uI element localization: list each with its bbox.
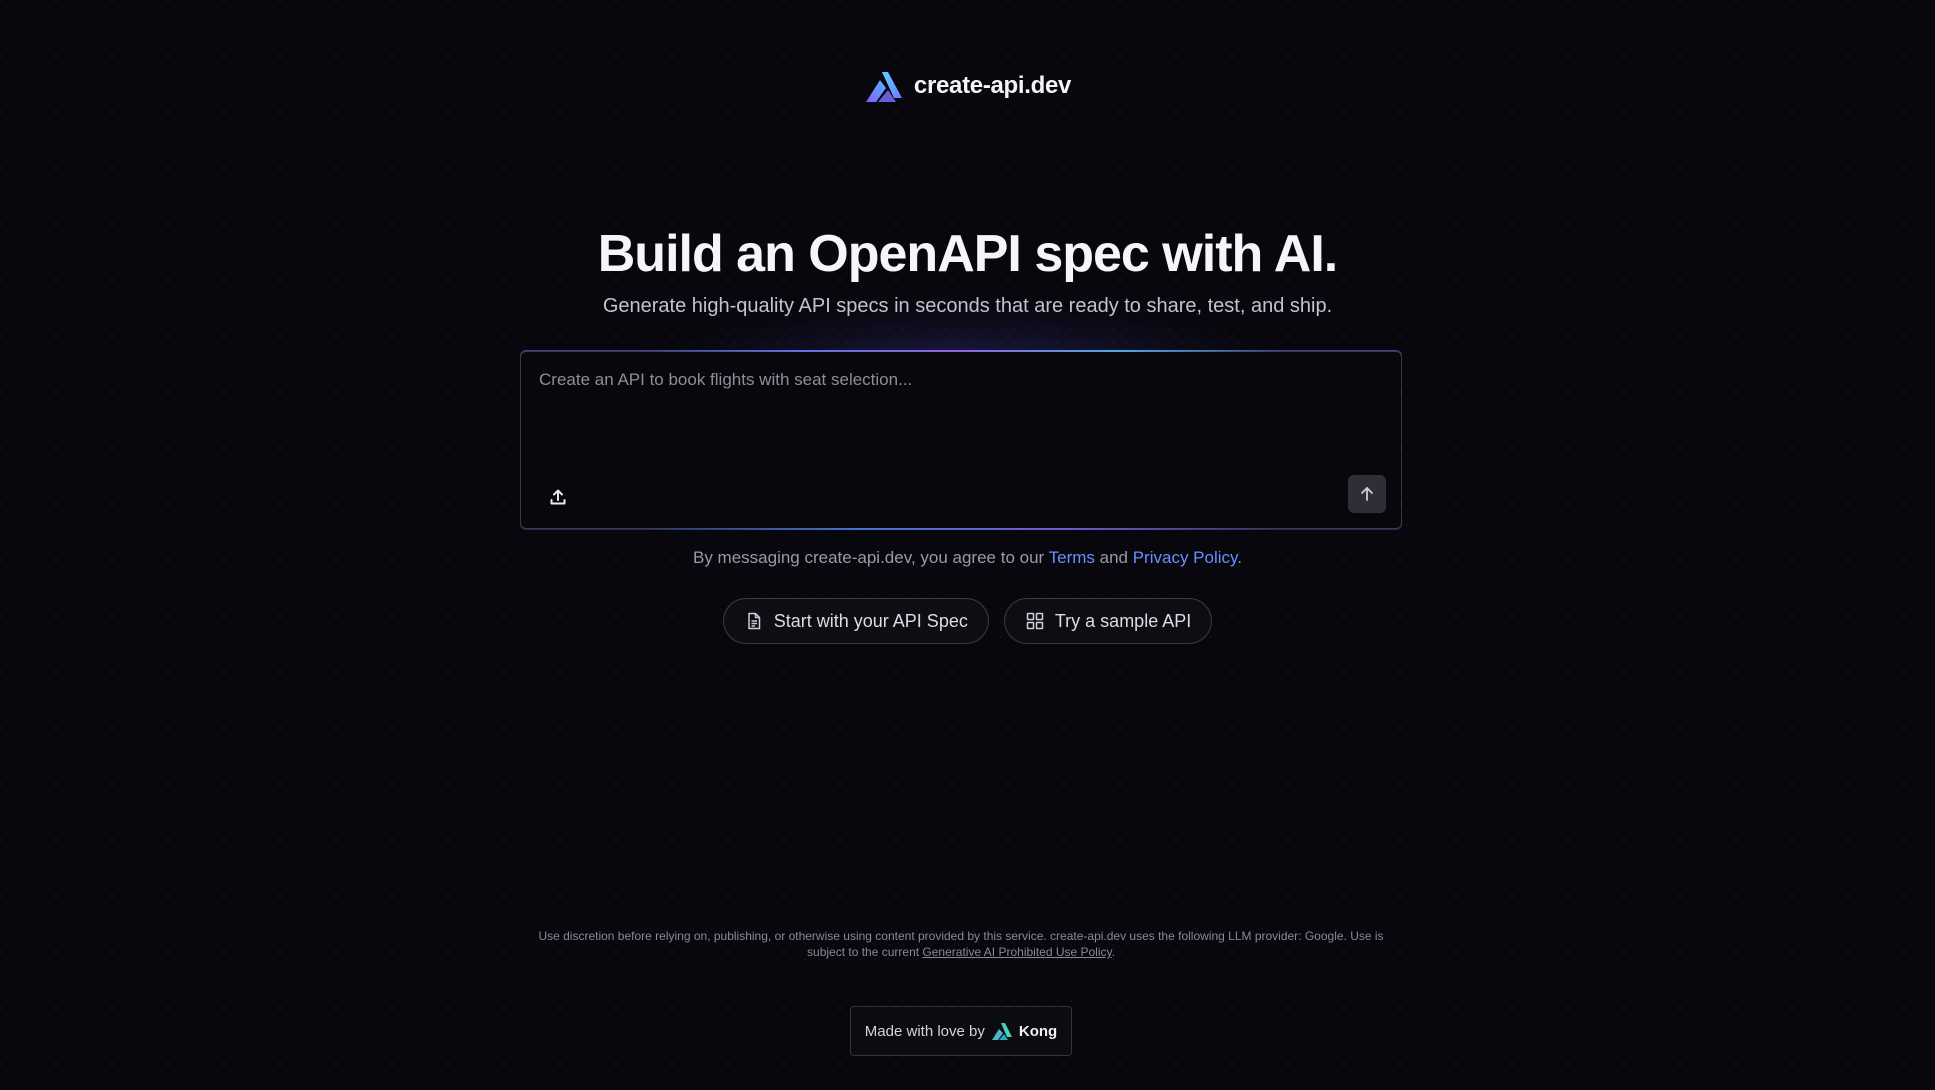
disclaimer-end: . [1111,945,1115,959]
page-title: Build an OpenAPI spec with AI. [597,225,1339,283]
header: create-api.dev [0,68,1935,104]
kong-logo-icon [991,1023,1012,1040]
send-button[interactable] [1348,475,1386,513]
grid-icon [1026,612,1044,630]
made-with-love-label: Made with love by [864,1022,985,1040]
agreement-suffix: . [1237,548,1242,567]
made-with-love-badge[interactable]: Made with love by Kong [850,1006,1072,1056]
prohibited-use-policy-link[interactable]: Generative AI Prohibited Use Policy [922,945,1111,959]
try-sample-api-label: Try a sample API [1054,610,1192,631]
arrow-up-icon [1361,487,1373,501]
document-icon [748,612,760,630]
privacy-policy-link[interactable]: Privacy Policy [1133,548,1238,567]
agreement-prefix: By messaging create-api.dev, you agree t… [692,548,1049,567]
start-with-api-spec-button[interactable]: Start with your API Spec [722,598,989,644]
upload-icon [550,489,566,505]
agreement-middle: and [1094,548,1133,567]
page-subtitle: Generate high-quality API specs in secon… [602,295,1333,317]
brand-name[interactable]: create-api.dev [914,72,1072,100]
quick-actions: Start with your API Spec Try a sample AP… [0,598,1935,644]
kong-label: Kong [1018,1022,1058,1040]
create-api-logo-icon [865,72,902,102]
terms-link[interactable]: Terms [1049,548,1095,567]
start-with-api-spec-label: Start with your API Spec [773,610,968,631]
prompt-box [520,350,1402,530]
upload-button[interactable] [543,482,573,512]
try-sample-api-button[interactable]: Try a sample API [1003,598,1213,644]
terms-agreement: By messaging create-api.dev, you agree t… [0,548,1935,568]
prompt-input[interactable] [539,370,1379,450]
hero: Build an OpenAPI spec with AI. Generate … [0,222,1935,320]
disclaimer: Use discretion before relying on, publis… [530,928,1392,960]
